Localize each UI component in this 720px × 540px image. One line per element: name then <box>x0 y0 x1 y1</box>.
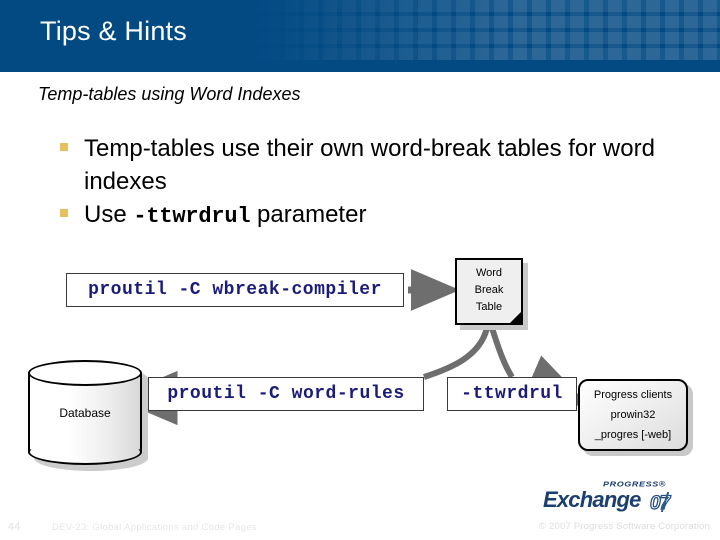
word-break-table-label: Word Break Table <box>455 265 523 316</box>
bullet-square-icon <box>60 209 68 217</box>
footer-course-title: DEV-23: Global Applications and Code Pag… <box>52 522 257 533</box>
word-break-table-line-2: Break <box>474 284 504 296</box>
arrow-wordbreak-to-wordrules <box>423 327 490 380</box>
command-box-wbreak-compiler: proutil -C wbreak-compiler <box>66 273 404 307</box>
progress-clients-line-3: _progres [-web] <box>594 428 672 441</box>
word-break-table-node: Word Break Table <box>455 258 528 330</box>
slide-subtitle: Temp-tables using Word Indexes <box>38 84 301 104</box>
progress-clients-node: Progress clients prowin32 _progres [-web… <box>578 379 693 456</box>
word-break-table-line-3: Table <box>475 301 503 313</box>
progress-exchange-logo: PROGRESS® Exchange 07 <box>543 478 703 515</box>
database-label: Database <box>59 406 111 420</box>
slide-header-banner: Tips & Hints <box>0 0 720 72</box>
bullet-square-icon <box>60 143 68 151</box>
word-break-flow-diagram: proutil -C wbreak-compiler Word Break Ta… <box>0 248 720 478</box>
bullet-item-1: Temp-tables use their own word-break tab… <box>58 132 668 198</box>
logo-exchange-wordmark: Exchange <box>543 487 641 512</box>
bullet-item-2-code: -ttwrdrul <box>133 204 251 229</box>
database-cylinder-node: Database <box>28 360 148 471</box>
progress-clients-line-1: Progress clients <box>593 388 673 401</box>
bullet-item-2-text-before: Use <box>84 201 134 228</box>
command-text-wbreak-compiler: proutil -C wbreak-compiler <box>88 280 382 300</box>
logo-year-slash-accent <box>660 492 692 512</box>
progress-clients-line-2: prowin32 <box>610 408 656 421</box>
command-box-ttwrdrul: -ttwrdrul <box>447 377 577 411</box>
bullet-item-2: Use -ttwrdrul parameter <box>58 198 668 233</box>
progress-clients-body: Progress clients prowin32 _progres [-web… <box>578 379 688 451</box>
bullet-list: Temp-tables use their own word-break tab… <box>58 132 668 233</box>
command-box-word-rules: proutil -C word-rules <box>148 377 424 411</box>
database-cylinder-top <box>28 360 142 386</box>
bullet-item-2-text-after: parameter <box>250 201 367 228</box>
footer-page-number: 44 <box>8 521 21 533</box>
bullet-item-1-text: Temp-tables use their own word-break tab… <box>84 135 655 195</box>
page-title: Tips & Hints <box>40 16 187 46</box>
command-text-ttwrdrul: -ttwrdrul <box>461 384 563 404</box>
footer-copyright: © 2007 Progress Software Corporation <box>538 521 710 532</box>
command-text-word-rules: proutil -C word-rules <box>167 384 405 404</box>
word-break-table-line-1: Word <box>475 267 503 279</box>
arrow-wordbreak-to-ttwrdrul <box>489 327 515 379</box>
header-bottom-edge <box>0 60 720 72</box>
